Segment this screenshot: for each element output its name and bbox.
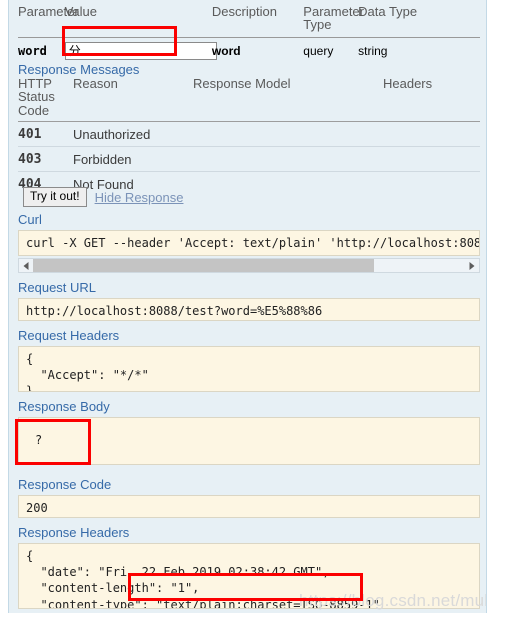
- status-code-cell: 401: [18, 121, 73, 147]
- scrollbar-thumb[interactable]: [33, 259, 375, 272]
- status-code-line3: Code: [18, 102, 50, 118]
- parameter-value-cell: [64, 37, 217, 64]
- status-code-line1: HTTP: [18, 76, 52, 91]
- column-header-response-model: Response Model: [193, 77, 383, 122]
- reason-cell: Unauthorized: [73, 121, 193, 147]
- request-headers-title: Request Headers: [18, 328, 120, 343]
- response-code-box: 200: [18, 495, 480, 518]
- request-url-title: Request URL: [18, 280, 97, 295]
- table-row: 401 Unauthorized: [18, 121, 480, 147]
- swagger-operation-panel: Parameter Value Description Parameter Ty…: [8, 0, 487, 613]
- hide-response-link[interactable]: Hide Response: [95, 190, 184, 205]
- scroll-left-arrow-icon[interactable]: [19, 259, 33, 272]
- response-model-cell: [193, 171, 383, 196]
- table-row: 403 Forbidden: [18, 146, 480, 172]
- request-headers-box: { "Accept": "*/*" }: [18, 346, 480, 392]
- column-header-parameter-type: Parameter Type: [303, 0, 364, 38]
- reason-cell: Forbidden: [73, 146, 193, 172]
- parameters-table-header-row: Parameter Value Description Parameter Ty…: [18, 0, 480, 38]
- word-value-input[interactable]: [64, 41, 217, 60]
- headers-cell: [383, 121, 480, 147]
- response-messages-header-row: HTTP Status Code Reason Response Model H…: [18, 76, 480, 122]
- parameter-name-cell: word: [18, 43, 47, 58]
- parameter-type-line2: Type: [303, 17, 332, 33]
- curl-title: Curl: [18, 212, 42, 227]
- response-headers-box: { "date": "Fri, 22 Feb 2019 02:38:42 GMT…: [18, 543, 480, 609]
- status-code-cell: 403: [18, 146, 73, 172]
- parameter-type-cell: query: [303, 43, 334, 58]
- response-body-title: Response Body: [18, 399, 110, 414]
- response-messages-title: Response Messages: [18, 62, 140, 77]
- parameters-table: Parameter Value Description Parameter Ty…: [18, 0, 480, 64]
- curl-horizontal-scrollbar[interactable]: [18, 258, 480, 273]
- response-body-box: ?: [18, 417, 480, 465]
- parameter-description-cell: word: [211, 43, 241, 58]
- column-header-description: Description: [211, 0, 304, 38]
- column-header-data-type: Data Type: [358, 0, 480, 38]
- parameter-type-line1: Parameter: [303, 4, 364, 19]
- scrollbar-track[interactable]: [33, 259, 465, 272]
- status-code-line2: Status: [18, 89, 55, 105]
- table-row: word word query string: [18, 37, 480, 64]
- response-code-title: Response Code: [18, 477, 112, 492]
- headers-cell: [383, 171, 480, 196]
- column-header-headers: Headers: [383, 77, 480, 122]
- column-header-reason: Reason: [73, 77, 193, 122]
- curl-command-box: curl -X GET --header 'Accept: text/plain…: [18, 230, 480, 256]
- response-headers-title: Response Headers: [18, 525, 130, 540]
- action-row: Try it out! Hide Response: [23, 187, 184, 208]
- request-url-box: http://localhost:8088/test?word=%E5%88%8…: [18, 298, 480, 321]
- column-header-parameter: Parameter: [18, 0, 79, 38]
- parameter-data-type-cell: string: [358, 43, 388, 58]
- response-model-cell: [193, 121, 383, 147]
- headers-cell: [383, 146, 480, 172]
- response-model-cell: [193, 146, 383, 172]
- column-header-value: Value: [64, 0, 212, 38]
- column-header-http-status-code: HTTP Status Code: [18, 76, 73, 122]
- try-it-out-button[interactable]: Try it out!: [23, 187, 87, 208]
- scroll-right-arrow-icon[interactable]: [465, 259, 479, 272]
- response-messages-table: HTTP Status Code Reason Response Model H…: [18, 77, 480, 196]
